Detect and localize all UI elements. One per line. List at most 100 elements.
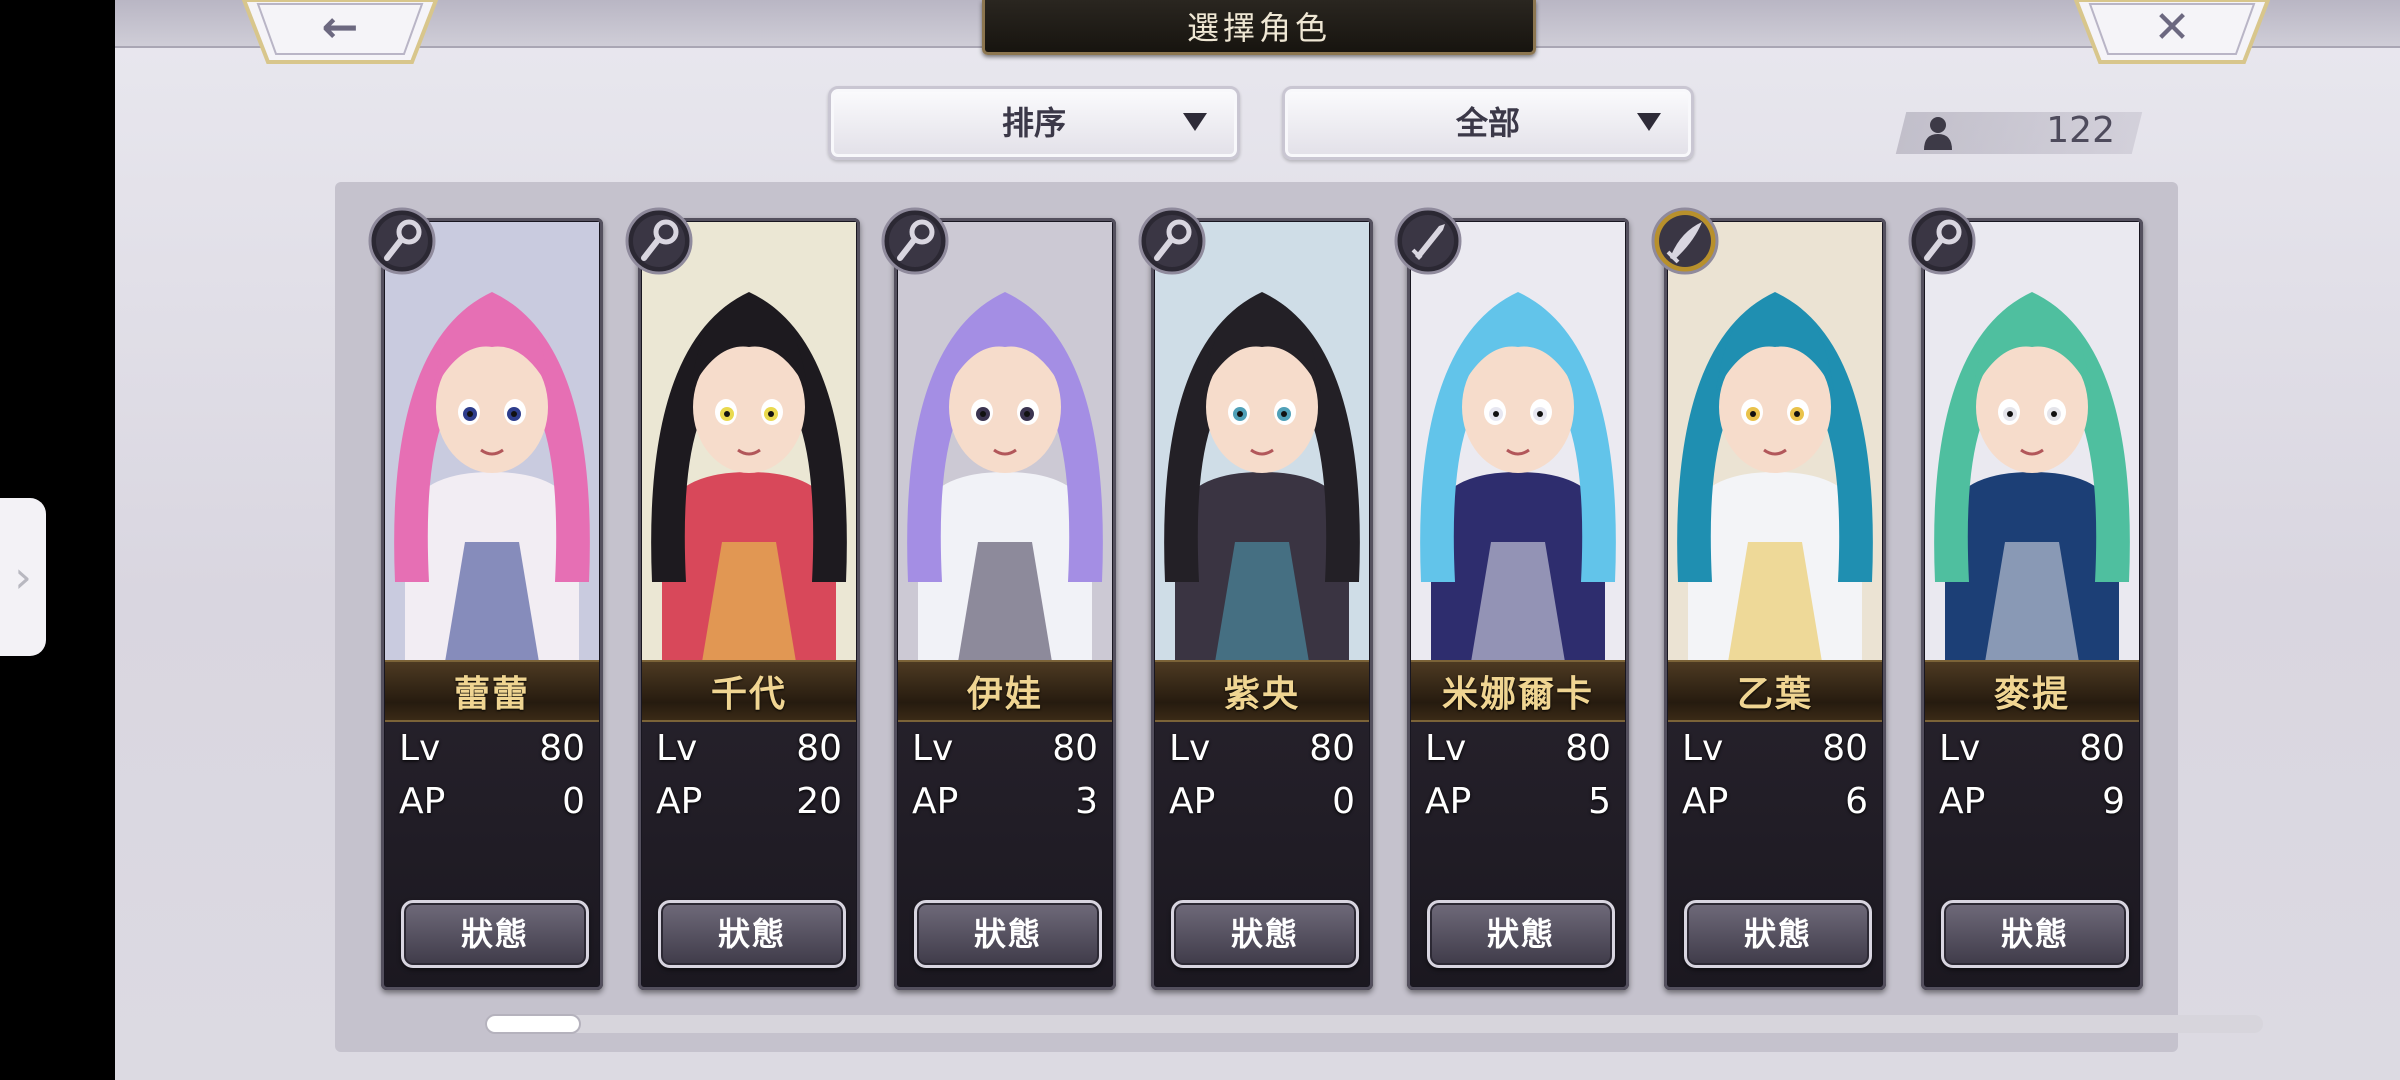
character-card[interactable]: 麥提 Lv 80 AP 9 狀態: [1921, 218, 2143, 990]
scrollbar-thumb[interactable]: [485, 1014, 581, 1034]
ap-value: 20: [796, 781, 842, 822]
level-value: 80: [1822, 728, 1868, 769]
level-stat: Lv 80: [399, 728, 585, 772]
ap-stat: AP 0: [399, 781, 585, 825]
staff-icon: [881, 207, 949, 275]
character-name-bar: 米娜爾卡: [1411, 660, 1625, 722]
level-value: 80: [1565, 728, 1611, 769]
back-button[interactable]: ←: [240, 0, 440, 64]
ap-label: AP: [912, 781, 959, 822]
staff-icon: [625, 207, 693, 275]
level-label: Lv: [1939, 728, 1981, 769]
character-name: 麥提: [1993, 673, 2070, 715]
character-name: 紫央: [1223, 673, 1300, 715]
level-stat: Lv 80: [912, 728, 1098, 772]
character-name: 千代: [710, 673, 787, 715]
side-drawer-tab[interactable]: ›: [0, 498, 46, 656]
level-stat: Lv 80: [656, 728, 842, 772]
character-name-bar: 蕾蕾: [385, 660, 599, 722]
level-label: Lv: [912, 728, 954, 769]
ap-stat: AP 5: [1425, 781, 1611, 825]
blade-icon: [1651, 207, 1719, 275]
level-stat: Lv 80: [1169, 728, 1355, 772]
ap-label: AP: [399, 781, 446, 822]
chevron-right-icon: ›: [14, 551, 32, 603]
ap-value: 0: [1332, 781, 1355, 822]
level-value: 80: [1309, 728, 1355, 769]
level-value: 80: [1052, 728, 1098, 769]
character-portrait: [385, 222, 599, 662]
level-label: Lv: [1169, 728, 1211, 769]
person-icon: [1924, 117, 1952, 150]
status-button[interactable]: 狀態: [658, 900, 846, 968]
character-card[interactable]: 伊娃 Lv 80 AP 3 狀態: [894, 218, 1116, 990]
level-stat: Lv 80: [1682, 728, 1868, 772]
character-portrait: [898, 222, 1112, 662]
ap-label: AP: [1169, 781, 1216, 822]
ap-stat: AP 9: [1939, 781, 2125, 825]
ap-value: 0: [562, 781, 585, 822]
character-card[interactable]: 乙葉 Lv 80 AP 6 狀態: [1664, 218, 1886, 990]
character-portrait: [1668, 222, 1882, 662]
level-label: Lv: [656, 728, 698, 769]
character-card[interactable]: 紫央 Lv 80 AP 0 狀態: [1151, 218, 1373, 990]
horizontal-scrollbar[interactable]: [485, 1015, 2263, 1033]
character-portrait: [642, 222, 856, 662]
status-button[interactable]: 狀態: [1684, 900, 1872, 968]
level-stat: Lv 80: [1939, 728, 2125, 772]
ap-label: AP: [656, 781, 703, 822]
chevron-down-icon: [1637, 113, 1661, 131]
character-portrait: [1155, 222, 1369, 662]
character-portrait: [1925, 222, 2139, 662]
character-name: 蕾蕾: [453, 673, 530, 715]
status-button[interactable]: 狀態: [1171, 900, 1359, 968]
sword-icon: [1394, 207, 1462, 275]
character-select-screen: ← ✕ 選擇角色 排序 全部 122 蕾蕾 Lv 80 AP 0 狀態 千代 L…: [115, 0, 2400, 1080]
character-card[interactable]: 蕾蕾 Lv 80 AP 0 狀態: [381, 218, 603, 990]
level-label: Lv: [1425, 728, 1467, 769]
status-button[interactable]: 狀態: [1941, 900, 2129, 968]
level-label: Lv: [1682, 728, 1724, 769]
character-name-bar: 麥提: [1925, 660, 2139, 722]
roster-count: 122: [2046, 110, 2115, 151]
ap-value: 3: [1075, 781, 1098, 822]
level-stat: Lv 80: [1425, 728, 1611, 772]
status-button[interactable]: 狀態: [1427, 900, 1615, 968]
sort-dropdown[interactable]: 排序: [828, 86, 1240, 160]
status-button[interactable]: 狀態: [914, 900, 1102, 968]
ap-value: 6: [1845, 781, 1868, 822]
ap-stat: AP 20: [656, 781, 842, 825]
status-button[interactable]: 狀態: [401, 900, 589, 968]
character-portrait: [1411, 222, 1625, 662]
character-name-bar: 伊娃: [898, 660, 1112, 722]
ap-stat: AP 3: [912, 781, 1098, 825]
staff-icon: [1908, 207, 1976, 275]
character-card[interactable]: 米娜爾卡 Lv 80 AP 5 狀態: [1407, 218, 1629, 990]
chevron-down-icon: [1183, 113, 1207, 131]
ap-stat: AP 0: [1169, 781, 1355, 825]
page-title: 選擇角色: [1186, 9, 1331, 47]
character-name: 伊娃: [966, 673, 1043, 715]
character-name: 米娜爾卡: [1441, 673, 1594, 715]
character-name-bar: 千代: [642, 660, 856, 722]
ap-stat: AP 6: [1682, 781, 1868, 825]
character-name: 乙葉: [1736, 673, 1813, 715]
ap-label: AP: [1682, 781, 1729, 822]
back-arrow-icon: ←: [321, 2, 359, 53]
character-card[interactable]: 千代 Lv 80 AP 20 狀態: [638, 218, 860, 990]
level-value: 80: [2079, 728, 2125, 769]
level-label: Lv: [399, 728, 441, 769]
staff-icon: [1138, 207, 1206, 275]
close-icon: ✕: [2153, 2, 2191, 53]
ap-value: 9: [2102, 781, 2125, 822]
character-name-bar: 紫央: [1155, 660, 1369, 722]
level-value: 80: [796, 728, 842, 769]
ap-value: 5: [1588, 781, 1611, 822]
staff-icon: [368, 207, 436, 275]
ap-label: AP: [1425, 781, 1472, 822]
sort-dropdown-label: 排序: [1001, 104, 1066, 142]
title-plate: 選擇角色: [982, 0, 1536, 55]
close-button[interactable]: ✕: [2072, 0, 2272, 64]
level-value: 80: [539, 728, 585, 769]
category-dropdown[interactable]: 全部: [1282, 86, 1694, 160]
